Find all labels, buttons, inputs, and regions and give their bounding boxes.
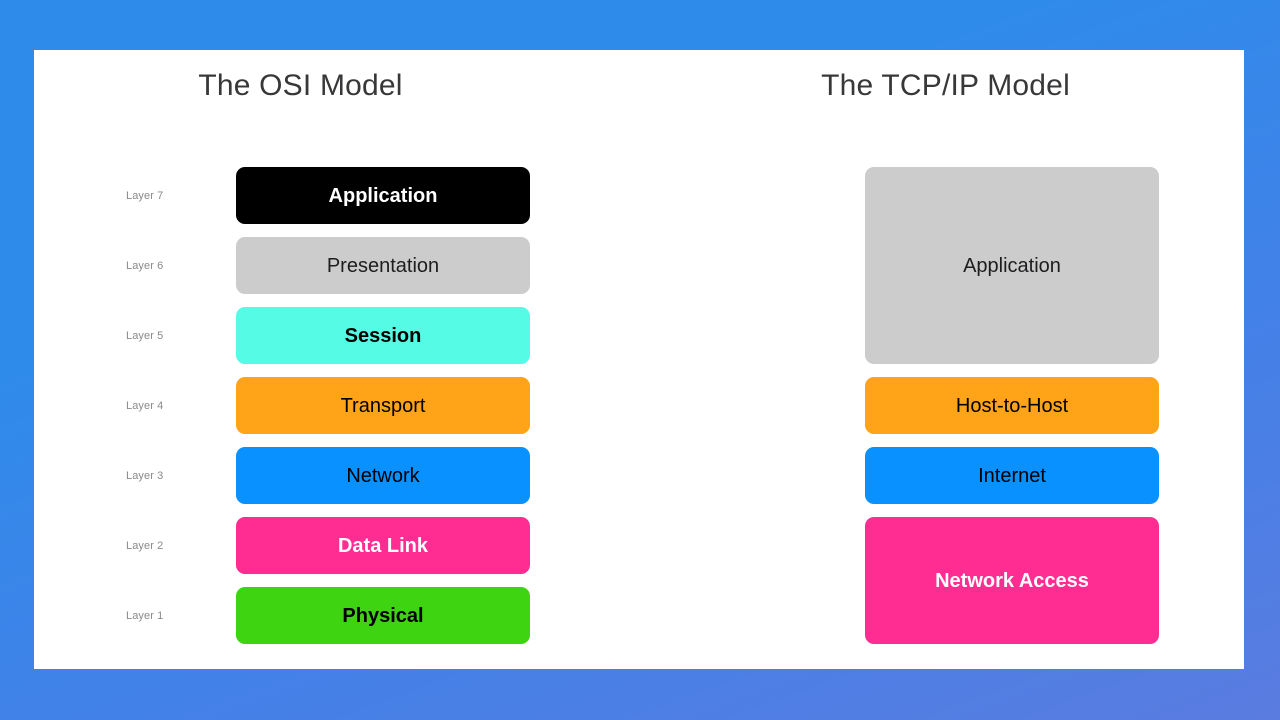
tcpip-layer-box-host-to-host[interactable]: Host-to-Host <box>865 377 1159 434</box>
osi-layer-number-2: Layer 2 <box>126 539 164 552</box>
tcpip-layer-row-network-access: Network Access <box>865 517 1159 657</box>
osi-layer-box-application[interactable]: Application <box>236 167 530 224</box>
tcpip-layer-row-internet: Internet <box>865 447 1159 517</box>
osi-layer-row-5: Layer 5 Session <box>126 307 530 377</box>
osi-layer-row-7: Layer 7 Application <box>126 167 530 237</box>
osi-layer-number-6: Layer 6 <box>126 259 164 272</box>
osi-layer-number-1: Layer 1 <box>126 609 164 622</box>
osi-layer-row-1: Layer 1 Physical <box>126 587 530 657</box>
osi-layer-row-3: Layer 3 Network <box>126 447 530 517</box>
osi-layer-row-2: Layer 2 Data Link <box>126 517 530 587</box>
osi-model-title: The OSI Model <box>198 69 403 102</box>
osi-layer-box-transport[interactable]: Transport <box>236 377 530 434</box>
tcpip-layer-row-application: Application <box>865 167 1159 377</box>
osi-layer-box-physical[interactable]: Physical <box>236 587 530 644</box>
osi-layer-number-5: Layer 5 <box>126 329 164 342</box>
tcpip-model-column: The TCP/IP Model Application Host-to-Hos… <box>639 50 1244 669</box>
osi-layer-number-4: Layer 4 <box>126 399 164 412</box>
tcpip-layer-box-application[interactable]: Application <box>865 167 1159 364</box>
tcpip-model-title: The TCP/IP Model <box>821 69 1070 102</box>
slide-card: The OSI Model Layer 7 Application Layer … <box>34 50 1244 669</box>
tcpip-layer-stack: Application Host-to-Host Internet Networ… <box>865 167 1159 657</box>
osi-layer-stack: Layer 7 Application Layer 6 Presentation… <box>126 167 530 657</box>
tcpip-layer-row-host-to-host: Host-to-Host <box>865 377 1159 447</box>
osi-layer-number-3: Layer 3 <box>126 469 164 482</box>
tcpip-layer-box-network-access[interactable]: Network Access <box>865 517 1159 644</box>
osi-layer-box-network[interactable]: Network <box>236 447 530 504</box>
osi-layer-box-data-link[interactable]: Data Link <box>236 517 530 574</box>
osi-layer-row-4: Layer 4 Transport <box>126 377 530 447</box>
osi-layer-number-7: Layer 7 <box>126 189 164 202</box>
osi-model-column: The OSI Model Layer 7 Application Layer … <box>34 50 639 669</box>
osi-layer-box-session[interactable]: Session <box>236 307 530 364</box>
tcpip-layer-box-internet[interactable]: Internet <box>865 447 1159 504</box>
osi-layer-box-presentation[interactable]: Presentation <box>236 237 530 294</box>
osi-layer-row-6: Layer 6 Presentation <box>126 237 530 307</box>
